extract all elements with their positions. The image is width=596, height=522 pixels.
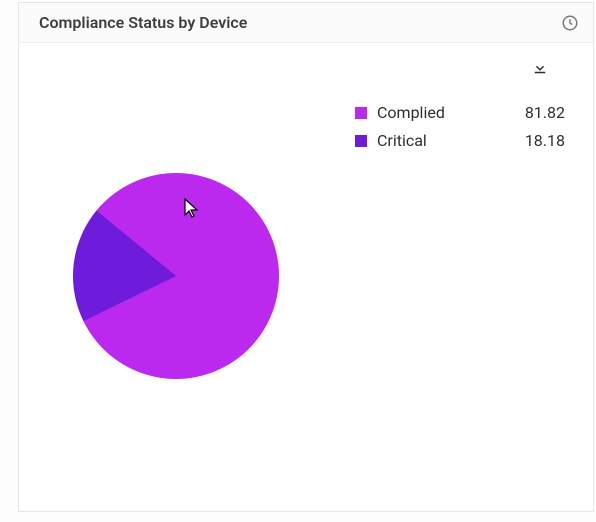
compliance-status-card: Compliance Status by Device Complied 81.… — [18, 2, 594, 512]
legend-label: Critical — [377, 127, 507, 155]
pie-chart[interactable] — [73, 173, 279, 379]
legend-swatch-complied — [355, 107, 367, 119]
legend-swatch-critical — [355, 135, 367, 147]
download-icon[interactable] — [531, 59, 549, 77]
legend-label: Complied — [377, 99, 507, 127]
card-body: Complied 81.82 Critical 18.18 — [19, 43, 593, 507]
legend-row-critical[interactable]: Critical 18.18 — [355, 127, 565, 155]
chart-legend: Complied 81.82 Critical 18.18 — [355, 99, 565, 155]
legend-row-complied[interactable]: Complied 81.82 — [355, 99, 565, 127]
clock-icon[interactable] — [561, 14, 579, 32]
card-header: Compliance Status by Device — [19, 3, 593, 43]
legend-value: 81.82 — [507, 99, 565, 127]
legend-value: 18.18 — [507, 127, 565, 155]
card-title: Compliance Status by Device — [39, 13, 247, 32]
